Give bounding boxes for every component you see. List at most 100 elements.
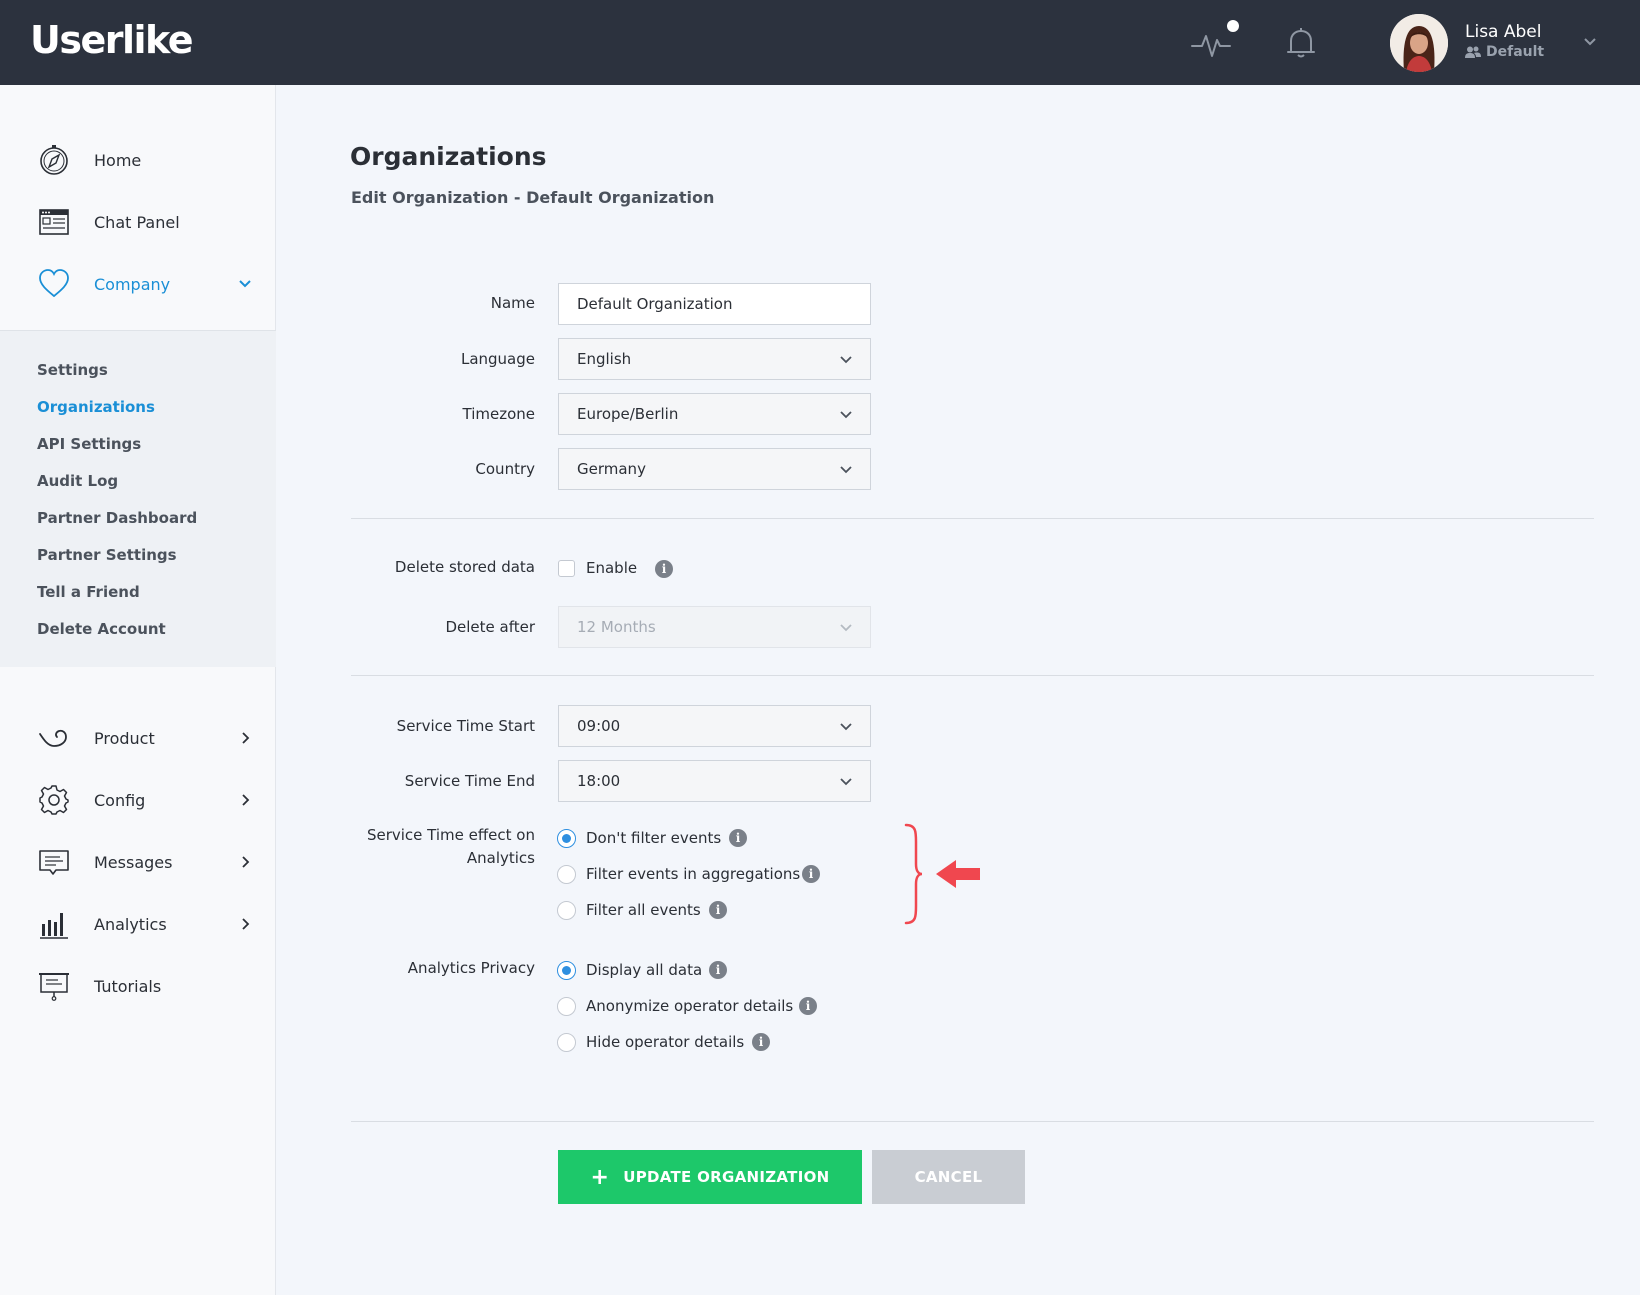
sidebar-item-messages[interactable]: Messages <box>0 834 276 890</box>
sidebar-item-label: Messages <box>94 852 173 872</box>
info-icon[interactable]: i <box>802 865 820 883</box>
sidebar-item-label: Product <box>94 728 155 748</box>
user-name[interactable]: Lisa Abel <box>1465 22 1541 42</box>
company-subnav: Settings Organizations API Settings Audi… <box>0 330 276 667</box>
logo-text: Userlike <box>30 18 194 62</box>
gear-icon <box>39 785 69 815</box>
sidebar-item-analytics[interactable]: Analytics <box>0 896 276 952</box>
option-anonymize-operator-details[interactable]: Anonymize operator details <box>586 997 793 1015</box>
avatar-portrait-icon <box>1390 14 1448 72</box>
chevron-right-icon <box>242 856 250 868</box>
service-time-start-select[interactable]: 09:00 <box>558 705 871 747</box>
sidebar-item-label: Chat Panel <box>94 212 180 232</box>
info-icon[interactable]: i <box>799 997 817 1015</box>
page-subtitle: Edit Organization - Default Organization <box>351 188 715 207</box>
info-icon[interactable]: i <box>709 901 727 919</box>
radio-filter-events-in-aggregations[interactable] <box>557 865 576 884</box>
compass-icon <box>40 145 68 175</box>
subnav-item-audit-log[interactable]: Audit Log <box>37 472 118 490</box>
cancel-label: CANCEL <box>914 1168 983 1186</box>
sidebar-item-chat-panel[interactable]: Chat Panel <box>0 194 276 250</box>
presentation-icon <box>39 973 69 1001</box>
subnav-item-organizations[interactable]: Organizations <box>37 398 155 416</box>
language-value: English <box>577 350 632 368</box>
chevron-down-icon <box>840 356 852 364</box>
chat-panel-icon <box>39 209 69 235</box>
delete-after-label: Delete after <box>445 618 535 636</box>
delete-stored-data-label: Delete stored data <box>394 558 535 576</box>
section-divider <box>351 518 1594 519</box>
delete-after-select: 12 Months <box>558 606 871 648</box>
annotation-brace-arrow <box>904 823 980 925</box>
option-display-all-data[interactable]: Display all data <box>586 961 702 979</box>
country-value: Germany <box>577 460 646 478</box>
users-icon <box>1465 46 1481 58</box>
sidebar-item-label: Company <box>94 274 171 294</box>
sidebar-item-label: Analytics <box>94 914 167 934</box>
sidebar-item-home[interactable]: Home <box>0 132 276 188</box>
timezone-value: Europe/Berlin <box>577 405 679 423</box>
sidebar: Home Chat Panel Company Settings Organiz… <box>0 85 276 1295</box>
subnav-item-partner-settings[interactable]: Partner Settings <box>37 546 177 564</box>
info-icon[interactable]: i <box>709 961 727 979</box>
subnav-item-delete-account[interactable]: Delete Account <box>37 620 166 638</box>
name-input[interactable] <box>558 283 871 325</box>
page-title: Organizations <box>350 142 547 171</box>
analytics-privacy-label: Analytics Privacy <box>407 959 535 977</box>
service-time-end-select[interactable]: 18:00 <box>558 760 871 802</box>
sidebar-item-tutorials[interactable]: Tutorials <box>0 958 276 1014</box>
country-label: Country <box>475 460 535 478</box>
country-select[interactable]: Germany <box>558 448 871 490</box>
service-time-effect-label-line2: Analytics <box>466 849 535 867</box>
sidebar-item-label: Tutorials <box>94 976 162 996</box>
chevron-down-icon <box>239 280 251 288</box>
cancel-button[interactable]: CANCEL <box>872 1150 1025 1204</box>
subnav-item-settings[interactable]: Settings <box>37 361 108 379</box>
subnav-item-tell-a-friend[interactable]: Tell a Friend <box>37 583 140 601</box>
sidebar-item-label: Config <box>94 790 146 810</box>
chevron-down-icon[interactable] <box>1582 34 1598 50</box>
info-icon[interactable]: i <box>729 829 747 847</box>
heart-icon <box>39 269 69 298</box>
userlike-logo[interactable]: Userlike <box>30 18 194 62</box>
delete-stored-data-checkbox[interactable] <box>558 560 575 577</box>
option-filter-all-events[interactable]: Filter all events <box>586 901 701 919</box>
language-select[interactable]: English <box>558 338 871 380</box>
radio-anonymize-operator-details[interactable] <box>557 997 576 1016</box>
timezone-select[interactable]: Europe/Berlin <box>558 393 871 435</box>
user-role-label: Default <box>1486 44 1545 60</box>
chevron-right-icon <box>242 732 250 744</box>
info-icon[interactable]: i <box>752 1033 770 1051</box>
plus-icon: + <box>590 1164 610 1190</box>
update-organization-button[interactable]: + UPDATE ORGANIZATION <box>558 1150 862 1204</box>
user-role: Default <box>1465 44 1544 60</box>
radio-filter-all-events[interactable] <box>557 901 576 920</box>
option-dont-filter-events[interactable]: Don't filter events <box>586 829 721 847</box>
chevron-right-icon <box>242 794 250 806</box>
radio-hide-operator-details[interactable] <box>557 1033 576 1052</box>
radio-display-all-data[interactable] <box>557 961 576 980</box>
language-label: Language <box>460 350 535 368</box>
enable-label[interactable]: Enable <box>586 559 637 577</box>
section-divider <box>351 675 1594 676</box>
subnav-item-api-settings[interactable]: API Settings <box>37 435 141 453</box>
avatar[interactable] <box>1390 14 1448 72</box>
chevron-right-icon <box>242 918 250 930</box>
info-icon[interactable]: i <box>655 560 673 578</box>
service-time-end-value: 18:00 <box>577 772 621 790</box>
product-icon <box>39 729 67 747</box>
section-divider <box>351 1121 1594 1122</box>
radio-dont-filter-events[interactable] <box>557 829 576 848</box>
subnav-item-partner-dashboard[interactable]: Partner Dashboard <box>37 509 197 527</box>
service-time-end-label: Service Time End <box>404 772 535 790</box>
activity-pulse-icon[interactable] <box>1190 26 1234 60</box>
sidebar-item-config[interactable]: Config <box>0 772 276 828</box>
option-filter-events-in-aggregations[interactable]: Filter events in aggregations <box>586 865 800 883</box>
sidebar-item-company[interactable]: Company <box>0 256 276 312</box>
name-label: Name <box>490 294 535 312</box>
option-hide-operator-details[interactable]: Hide operator details <box>586 1033 744 1051</box>
bell-icon[interactable] <box>1285 26 1317 60</box>
service-time-effect-label: Service Time effect on <box>366 826 535 844</box>
timezone-label: Timezone <box>462 405 536 423</box>
sidebar-item-product[interactable]: Product <box>0 710 276 766</box>
